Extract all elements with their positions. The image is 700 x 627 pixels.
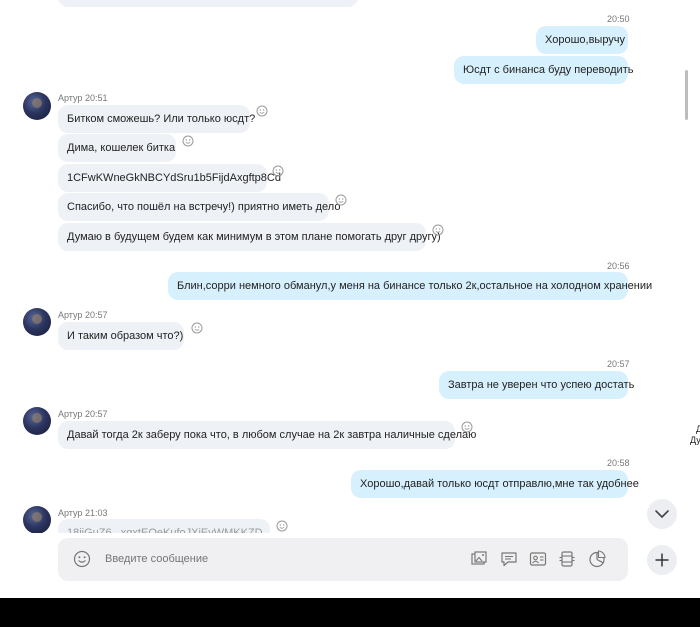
smiley-icon[interactable] xyxy=(256,105,268,117)
incoming-message[interactable]: Думаю в будущем будем как минимум в этом… xyxy=(58,223,441,251)
scrollbar-thumb[interactable] xyxy=(685,70,688,120)
smiley-icon[interactable] xyxy=(72,549,92,569)
scroll-down-button[interactable] xyxy=(647,499,677,529)
sender-label: Артур 20:57 xyxy=(58,310,108,320)
outgoing-message[interactable]: Блин,сорри немного обманул,у меня на бин… xyxy=(168,272,652,300)
avatar[interactable] xyxy=(23,308,51,336)
message-list[interactable]: 20:50 Хорошо,выручу Юсдт с бинанса буду … xyxy=(0,0,682,533)
timestamp: 20:56 xyxy=(607,261,630,271)
timestamp: 20:50 xyxy=(607,14,630,24)
sender-label: Артур 21:03 xyxy=(58,508,108,518)
incoming-message[interactable]: 18jjGuZ6...xgxtEQeKufoJXiEvWMKKZD xyxy=(58,519,270,533)
incoming-message[interactable]: И таким образом что?) xyxy=(58,322,184,350)
smiley-icon[interactable] xyxy=(461,421,473,433)
plus-icon xyxy=(655,553,669,567)
incoming-message[interactable]: Спасибо, что пошёл на встречу!) приятно … xyxy=(58,193,340,221)
incoming-message[interactable]: Давай тогда 2к заберу пока что, в любом … xyxy=(58,421,476,449)
outgoing-message[interactable]: Юсдт с бинанса буду переводить xyxy=(454,56,633,84)
contact-card-icon[interactable] xyxy=(528,549,548,569)
incoming-message[interactable]: 1CFwKWneGkNBCYdSru1b5FijdAxgftp8Cd xyxy=(58,164,281,192)
chevron-down-icon xyxy=(655,510,669,518)
smiley-icon[interactable] xyxy=(335,194,347,206)
sender-label: Артур 20:57 xyxy=(58,409,108,419)
edge-label: Д xyxy=(696,424,700,434)
smiley-icon[interactable] xyxy=(276,520,288,532)
pie-chart-icon[interactable] xyxy=(587,549,607,569)
message-composer xyxy=(58,538,628,581)
gallery-icon[interactable] xyxy=(469,549,489,569)
file-icon[interactable] xyxy=(557,549,577,569)
incoming-message[interactable]: Битком сможешь? Или только юсдт? xyxy=(58,105,255,133)
chat-window: 20:50 Хорошо,выручу Юсдт с бинанса буду … xyxy=(0,0,682,598)
smiley-icon[interactable] xyxy=(432,224,444,236)
chat-bubble-icon[interactable] xyxy=(499,549,519,569)
incoming-message[interactable]: Дима, кошелек битка xyxy=(58,134,176,162)
avatar[interactable] xyxy=(23,92,51,120)
avatar[interactable] xyxy=(23,506,51,533)
outgoing-message[interactable]: Завтра не уверен что успею достать xyxy=(439,371,634,399)
smiley-icon[interactable] xyxy=(191,322,203,334)
message-bubble-partial xyxy=(58,0,358,7)
edge-label: Ду xyxy=(690,435,700,445)
smiley-icon[interactable] xyxy=(182,135,194,147)
smiley-icon[interactable] xyxy=(272,165,284,177)
avatar[interactable] xyxy=(23,407,51,435)
message-input[interactable] xyxy=(105,553,405,565)
outgoing-message[interactable]: Хорошо,выручу xyxy=(536,26,628,54)
outgoing-message[interactable]: Хорошо,давай только юсдт отправлю,мне та… xyxy=(351,470,639,498)
timestamp: 20:57 xyxy=(607,359,630,369)
add-attachment-button[interactable] xyxy=(647,545,677,575)
timestamp: 20:58 xyxy=(607,458,630,468)
sender-label: Артур 20:51 xyxy=(58,93,108,103)
